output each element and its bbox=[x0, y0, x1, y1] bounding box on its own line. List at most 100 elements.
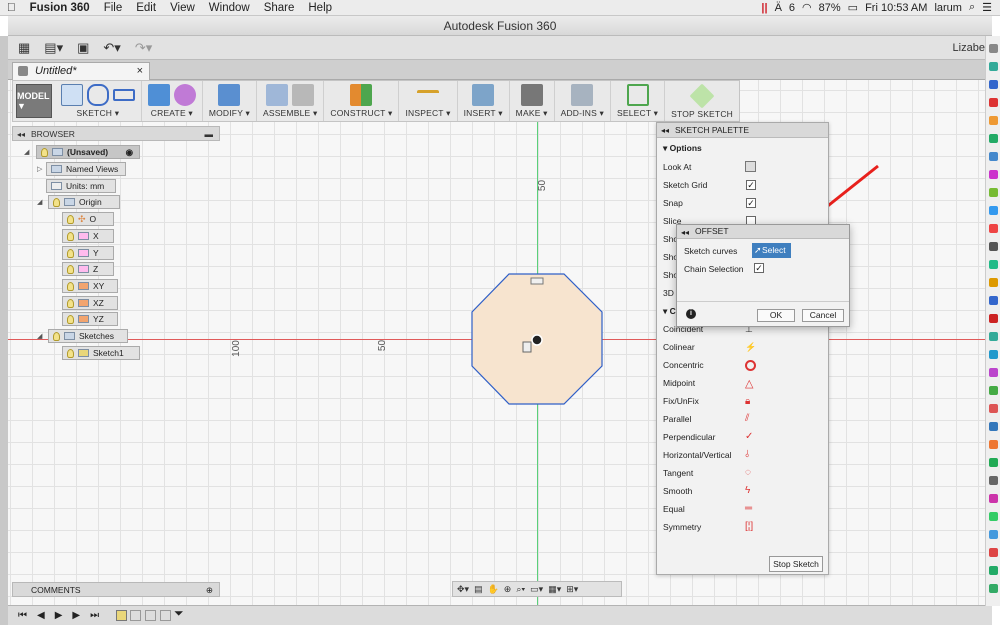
constraint-symmetry[interactable]: Symmetry bbox=[663, 522, 701, 532]
visibility-bulb-icon[interactable] bbox=[67, 314, 74, 324]
comments-panel[interactable]: COMMENTS ⊕ bbox=[12, 582, 220, 597]
visibility-bulb-icon[interactable] bbox=[67, 231, 74, 241]
extrude-icon[interactable] bbox=[147, 84, 170, 106]
browser-header[interactable]: ◂◂ BROWSER ▬ bbox=[12, 126, 220, 141]
expand-named-views-icon[interactable]: ▷ bbox=[37, 165, 42, 173]
options-section[interactable]: ▾ Options bbox=[663, 143, 702, 154]
look-at-nav-icon[interactable]: ▤ bbox=[474, 584, 483, 595]
symmetry-icon[interactable]: [¦] bbox=[745, 521, 756, 532]
play-icon[interactable]: ▶ bbox=[55, 610, 63, 621]
select-arrow-icon[interactable] bbox=[626, 84, 649, 106]
close-tab-icon[interactable]: × bbox=[137, 63, 143, 80]
timeline-sketch-feature-icon[interactable] bbox=[116, 610, 127, 621]
visibility-bulb-icon[interactable] bbox=[67, 281, 74, 291]
stop-sketch-button[interactable]: Stop Sketch bbox=[769, 556, 823, 572]
octagon-sketch[interactable] bbox=[470, 272, 604, 407]
grid-settings-icon[interactable]: ▦▾ bbox=[548, 584, 561, 595]
visibility-bulb-icon[interactable] bbox=[67, 214, 74, 224]
dock-app-icon[interactable] bbox=[989, 422, 998, 431]
collapse-icon[interactable]: ◂◂ bbox=[681, 226, 689, 239]
activate-radio-icon[interactable]: ◉ bbox=[126, 147, 133, 158]
visibility-bulb-icon[interactable] bbox=[67, 264, 74, 274]
dock-app-icon[interactable] bbox=[989, 440, 998, 449]
constraint-midpoint[interactable]: Midpoint bbox=[663, 378, 695, 388]
tree-yz-plane[interactable]: YZ bbox=[62, 312, 118, 326]
dock-app-icon[interactable] bbox=[989, 584, 998, 593]
dock-app-icon[interactable] bbox=[989, 386, 998, 395]
visibility-bulb-icon[interactable] bbox=[41, 147, 48, 157]
toolgroup-sketch[interactable]: SKETCH ▾ bbox=[55, 81, 142, 121]
dock-app-icon[interactable] bbox=[989, 152, 998, 161]
center-point[interactable] bbox=[531, 334, 543, 346]
search-icon[interactable]: ⌕ bbox=[969, 1, 975, 14]
smooth-icon[interactable]: ϟ bbox=[745, 485, 756, 496]
timeline-feature-icon[interactable] bbox=[130, 610, 141, 621]
dock-app-icon[interactable] bbox=[989, 296, 998, 305]
dock-app-icon[interactable] bbox=[989, 188, 998, 197]
dock-app-icon[interactable] bbox=[989, 116, 998, 125]
offset-header[interactable]: ◂◂ OFFSET bbox=[677, 225, 849, 239]
constraint-horizontal-vertical[interactable]: Horizontal/Vertical bbox=[663, 450, 732, 460]
parallels-icon[interactable]: || bbox=[761, 2, 767, 14]
select-curves-button[interactable]: ➚ Select bbox=[752, 243, 791, 258]
dock-app-icon[interactable] bbox=[989, 206, 998, 215]
dock-app-icon[interactable] bbox=[989, 260, 998, 269]
dock-app-icon[interactable] bbox=[989, 476, 998, 485]
3d-print-icon[interactable] bbox=[520, 84, 543, 106]
list-icon[interactable]: ☰ bbox=[982, 1, 992, 14]
username[interactable]: larum bbox=[934, 2, 962, 14]
wifi-icon[interactable]: ◠ bbox=[802, 1, 812, 14]
tree-root[interactable]: (Unsaved) ◉ bbox=[36, 145, 140, 159]
toolgroup-make[interactable]: MAKE ▾ bbox=[510, 81, 555, 121]
dock-app-icon[interactable] bbox=[989, 512, 998, 521]
parallel-icon[interactable]: ⫽ bbox=[745, 413, 756, 424]
dock-app-icon[interactable] bbox=[989, 368, 998, 377]
dock-app-icon[interactable] bbox=[989, 458, 998, 467]
menu-file[interactable]: File bbox=[97, 2, 130, 14]
tree-z-axis[interactable]: Z bbox=[62, 262, 114, 276]
clock[interactable]: Fri 10:53 AM bbox=[865, 2, 927, 14]
horizontal-vertical-icon[interactable]: ⫰ bbox=[745, 449, 756, 460]
tree-origin[interactable]: Origin bbox=[48, 195, 120, 209]
line-icon[interactable] bbox=[86, 84, 109, 106]
plane-icon[interactable] bbox=[350, 84, 373, 106]
rectangle-icon[interactable] bbox=[112, 89, 135, 101]
perpendicular-icon[interactable]: ✓ bbox=[745, 431, 756, 442]
menu-edit[interactable]: Edit bbox=[129, 2, 163, 14]
toolgroup-select[interactable]: SELECT ▾ bbox=[611, 81, 666, 121]
tree-sketch1[interactable]: Sketch1 bbox=[62, 346, 140, 360]
expand-origin-icon[interactable]: ◢ bbox=[37, 198, 42, 206]
info-icon[interactable]: i bbox=[686, 309, 696, 319]
toolgroup-addins[interactable]: ADD-INS ▾ bbox=[555, 81, 611, 121]
constraint-equal[interactable]: Equal bbox=[663, 504, 685, 514]
orbit-icon[interactable]: ✥▾ bbox=[457, 584, 469, 595]
viewports-icon[interactable]: ⊞▾ bbox=[566, 584, 578, 595]
dock-app-icon[interactable] bbox=[989, 242, 998, 251]
joint-icon[interactable] bbox=[292, 84, 315, 106]
data-panel-icon[interactable]: ▦ bbox=[18, 40, 30, 56]
sphere-icon[interactable] bbox=[173, 84, 196, 106]
dock-app-icon[interactable] bbox=[989, 44, 998, 53]
constraint-concentric[interactable]: Concentric bbox=[663, 360, 704, 370]
dock-app-icon[interactable] bbox=[989, 224, 998, 233]
tree-sketches[interactable]: Sketches bbox=[48, 329, 128, 343]
toolgroup-stop-sketch[interactable]: STOP SKETCH bbox=[665, 81, 739, 121]
zoom-window-icon[interactable]: ⌕▾ bbox=[516, 584, 525, 595]
sketch-grid-checkbox[interactable]: ✓ bbox=[746, 180, 756, 190]
display-settings-icon[interactable]: ▭▾ bbox=[530, 584, 543, 595]
visibility-bulb-icon[interactable] bbox=[67, 298, 74, 308]
component-icon[interactable] bbox=[266, 84, 289, 106]
palette-header[interactable]: ◂◂ SKETCH PALETTE bbox=[657, 123, 828, 138]
measure-icon[interactable] bbox=[417, 90, 440, 100]
look-at-icon[interactable] bbox=[745, 161, 756, 172]
cancel-button[interactable]: Cancel bbox=[802, 309, 844, 322]
dock-app-icon[interactable] bbox=[989, 332, 998, 341]
dock-app-icon[interactable] bbox=[989, 404, 998, 413]
redo-icon[interactable]: ↷▾ bbox=[135, 40, 152, 56]
concentric-icon[interactable] bbox=[745, 360, 756, 371]
toolgroup-inspect[interactable]: INSPECT ▾ bbox=[399, 81, 458, 121]
tree-units[interactable]: Units: mm bbox=[46, 179, 116, 193]
dock-app-icon[interactable] bbox=[989, 350, 998, 359]
dock-app-icon[interactable] bbox=[989, 548, 998, 557]
menu-share[interactable]: Share bbox=[257, 2, 302, 14]
